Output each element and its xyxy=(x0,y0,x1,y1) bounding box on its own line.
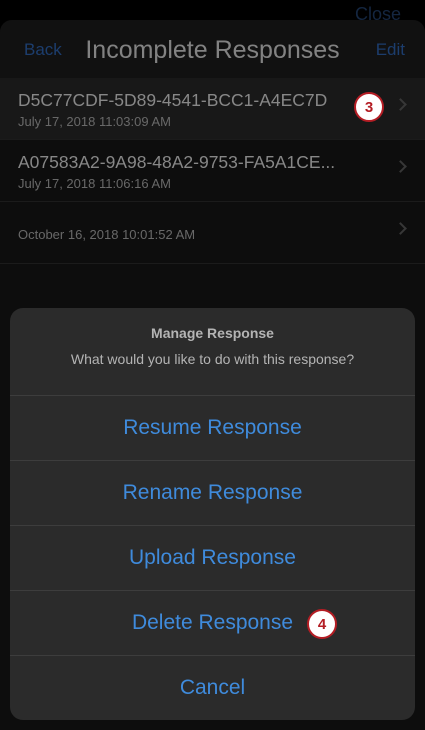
rename-response-button[interactable]: Rename Response xyxy=(10,461,415,526)
callout-badge: 3 xyxy=(354,92,384,122)
manage-response-action-sheet: Manage Response What would you like to d… xyxy=(10,308,415,720)
callout-badge: 4 xyxy=(307,609,337,639)
upload-response-button[interactable]: Upload Response xyxy=(10,526,415,591)
delete-response-button[interactable]: Delete Response xyxy=(10,591,415,656)
action-sheet-message: What would you like to do with this resp… xyxy=(70,351,355,367)
action-sheet-title: Manage Response xyxy=(151,325,274,341)
resume-response-button[interactable]: Resume Response xyxy=(10,396,415,461)
upload-response-label: Upload Response xyxy=(129,546,296,569)
cancel-label: Cancel xyxy=(179,675,246,699)
cancel-button[interactable]: Cancel xyxy=(10,656,415,719)
delete-response-label: Delete Response xyxy=(131,611,294,634)
resume-response-label: Resume Response xyxy=(123,416,302,439)
action-sheet-header: Manage Response What would you like to d… xyxy=(10,308,415,396)
rename-response-label: Rename Response xyxy=(122,481,303,504)
